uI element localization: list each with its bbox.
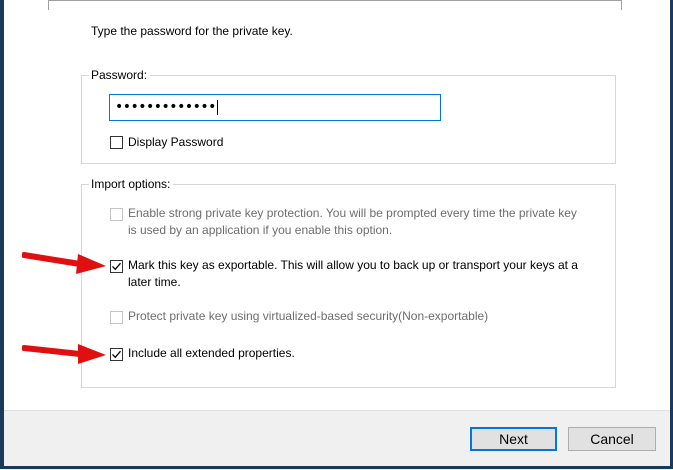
password-masked-value: ••••••••••••• — [115, 99, 216, 115]
virtualized-security-checkbox[interactable] — [110, 311, 123, 324]
instruction-text: Type the password for the private key. — [91, 24, 293, 38]
top-divider — [48, 0, 622, 1]
next-button[interactable]: Next — [470, 427, 557, 451]
red-arrow-icon — [22, 344, 106, 364]
cancel-button[interactable]: Cancel — [568, 427, 656, 451]
window-frame-left — [0, 0, 4, 469]
text-caret — [216, 99, 218, 115]
exportable-label[interactable]: Mark this key as exportable. This will a… — [128, 257, 598, 291]
top-divider-right-edge — [621, 0, 622, 10]
import-options-legend: Import options: — [89, 177, 174, 191]
virtualized-security-label[interactable]: Protect private key using virtualized-ba… — [128, 308, 488, 325]
checkmark-icon — [112, 350, 121, 359]
top-divider-left-edge — [48, 0, 49, 10]
password-group-legend: Password: — [89, 68, 151, 82]
exportable-checkbox[interactable] — [110, 260, 123, 273]
password-input[interactable]: ••••••••••••• — [109, 94, 441, 121]
strong-protection-checkbox[interactable] — [110, 208, 123, 221]
extended-properties-checkbox[interactable] — [110, 348, 123, 361]
display-password-label[interactable]: Display Password — [128, 134, 223, 151]
strong-protection-label[interactable]: Enable strong private key protection. Yo… — [128, 205, 588, 239]
extended-properties-label[interactable]: Include all extended properties. — [128, 345, 295, 362]
display-password-checkbox[interactable] — [110, 136, 123, 149]
checkmark-icon — [112, 262, 121, 271]
red-arrow-icon — [22, 252, 106, 274]
